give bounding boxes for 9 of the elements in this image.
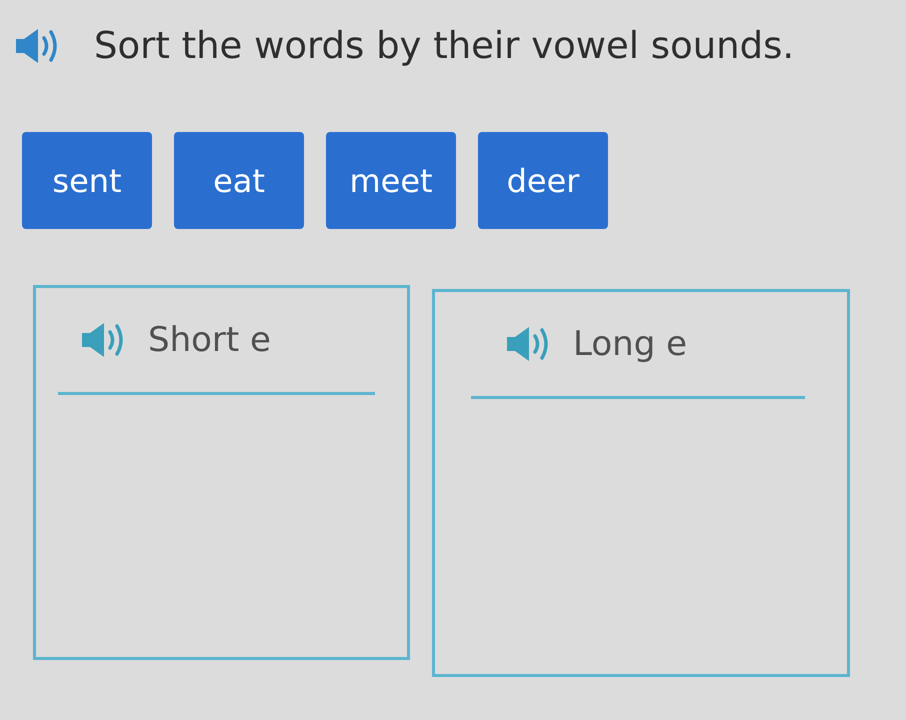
sort-bin[interactable]: Long e <box>432 289 850 677</box>
word-tile[interactable]: deer <box>478 132 608 229</box>
word-tile[interactable]: sent <box>22 132 152 229</box>
word-tile[interactable]: eat <box>174 132 304 229</box>
bin-label: Long e <box>573 323 688 366</box>
word-tile[interactable]: meet <box>326 132 456 229</box>
instruction-text: Sort the words by their vowel sounds. <box>94 23 794 69</box>
bin-label: Short e <box>148 319 271 362</box>
sort-bin[interactable]: Short e <box>33 285 410 660</box>
